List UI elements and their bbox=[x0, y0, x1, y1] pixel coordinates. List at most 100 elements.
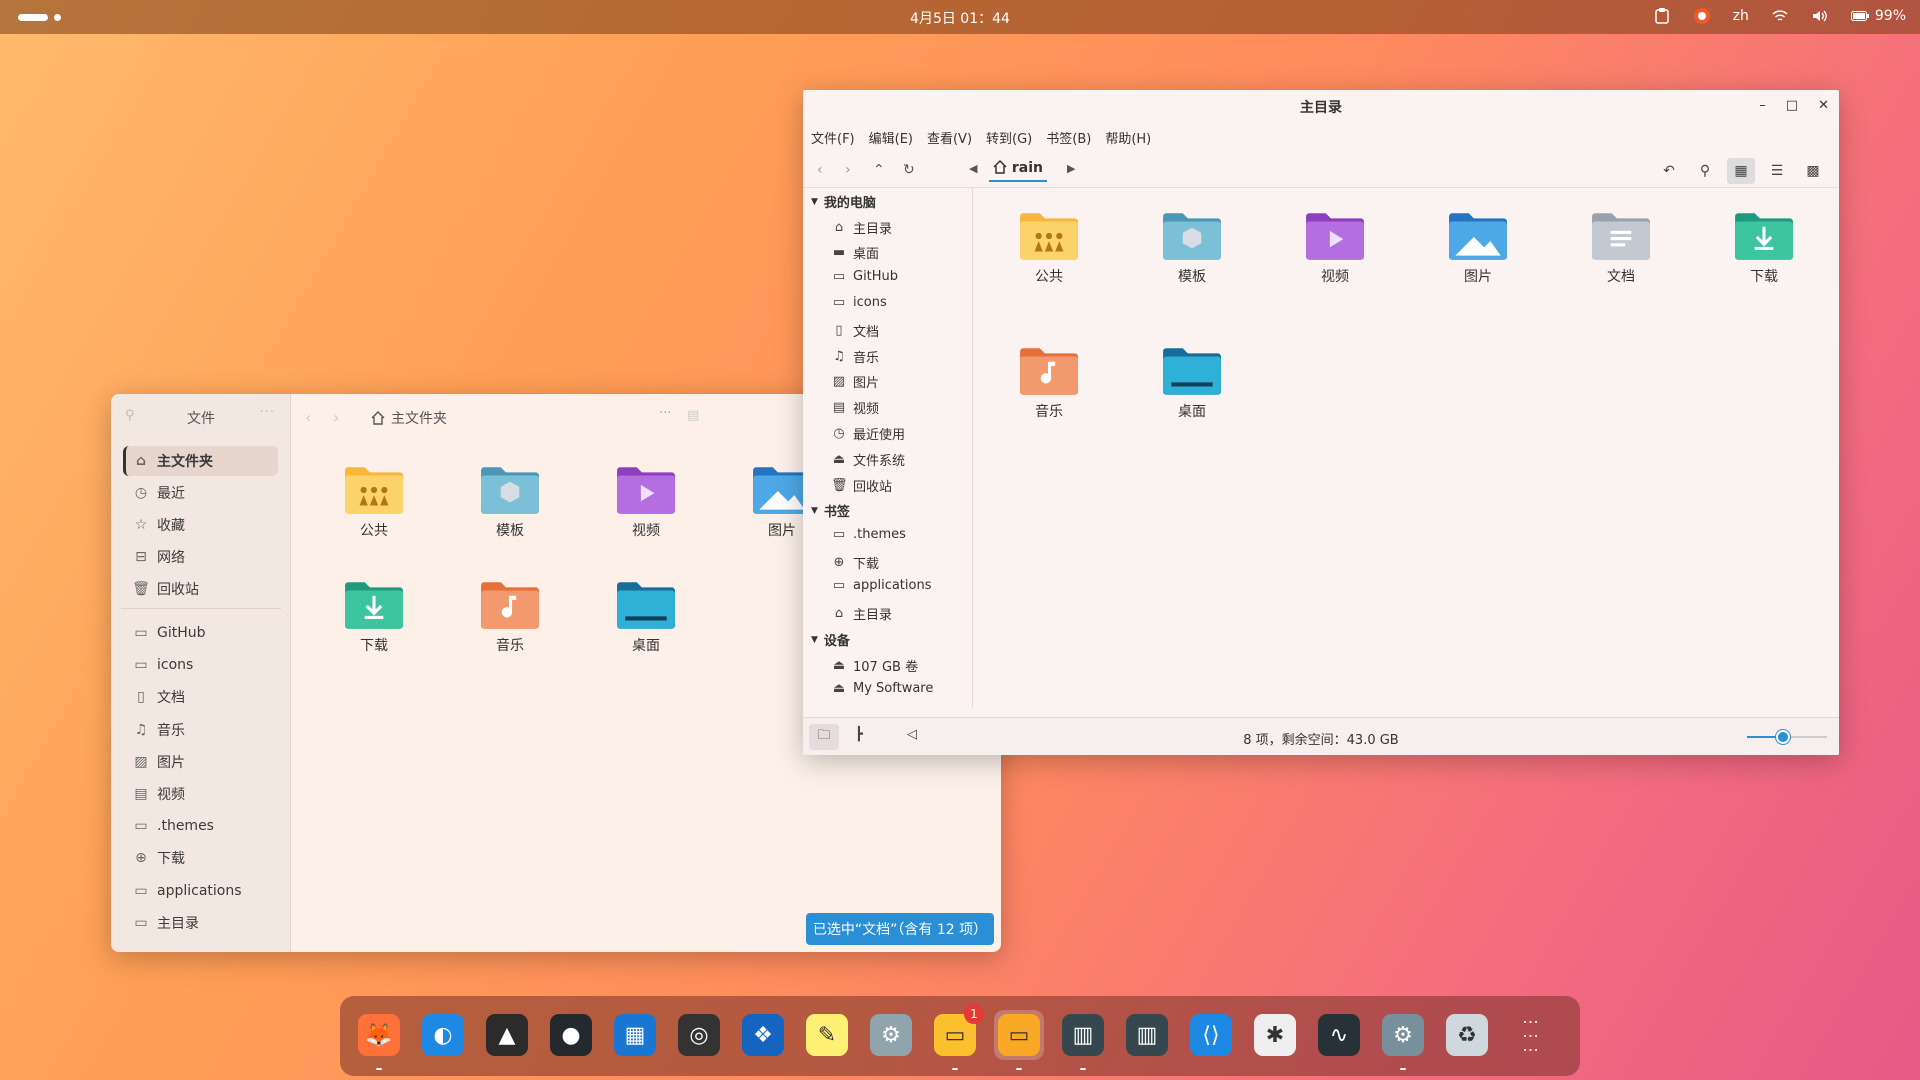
tree-item[interactable]: ⏏ 107 GB 卷 bbox=[831, 656, 918, 675]
file-tile[interactable]: 音乐 bbox=[994, 345, 1104, 455]
crumb-left-icon[interactable]: ◀ bbox=[969, 162, 977, 175]
reload-icon[interactable]: ↻ bbox=[903, 162, 915, 178]
toggle-location-icon[interactable]: ↶ bbox=[1655, 158, 1683, 184]
dock-files[interactable]: ▭ 1 bbox=[930, 1004, 984, 1070]
compact-view-icon[interactable]: ▩ bbox=[1799, 158, 1827, 184]
place-item-8[interactable]: ▭ applications bbox=[123, 876, 278, 906]
volume-icon[interactable] bbox=[1811, 7, 1829, 25]
path-more-icon[interactable]: ··· bbox=[659, 406, 671, 421]
minimize-button[interactable]: – bbox=[1759, 98, 1766, 113]
tree-item[interactable]: ⌂ 主目录 bbox=[831, 218, 892, 237]
place-item-9[interactable]: ▭ 主目录 bbox=[123, 908, 278, 938]
app-indicator-icon[interactable] bbox=[1693, 7, 1711, 25]
place-item-4[interactable]: ▨ 图片 bbox=[123, 747, 278, 777]
menu-item-2[interactable]: 查看(V) bbox=[927, 128, 972, 147]
sidebar-item-4[interactable]: 🗑 回收站 bbox=[123, 574, 278, 604]
tree-item[interactable]: ▭ icons bbox=[831, 295, 887, 310]
file-tile[interactable]: 下载 bbox=[1709, 210, 1819, 320]
language-indicator[interactable]: zh bbox=[1733, 8, 1749, 24]
dock-system-monitor-1[interactable]: ▥ bbox=[1058, 1010, 1108, 1070]
sidebar-item-3[interactable]: ⊟ 网络 bbox=[123, 542, 278, 572]
icon-view-icon[interactable]: ▦ bbox=[1727, 158, 1755, 184]
tree-item[interactable]: ▤ 视频 bbox=[831, 398, 879, 417]
dock-edge[interactable]: ◐ bbox=[418, 1010, 468, 1060]
clipboard-icon[interactable] bbox=[1653, 7, 1671, 25]
sidebar-item-1[interactable]: ◷ 最近 bbox=[123, 478, 278, 508]
menu-item-4[interactable]: 书签(B) bbox=[1046, 128, 1091, 147]
wifi-icon[interactable] bbox=[1771, 7, 1789, 25]
list-view-icon[interactable]: ☰ bbox=[1763, 158, 1791, 184]
tree-item[interactable]: ♫ 音乐 bbox=[831, 347, 879, 366]
dock-calendar[interactable]: ▦ bbox=[610, 1010, 660, 1060]
tree-item[interactable]: ▭ applications bbox=[831, 578, 932, 593]
place-item-5[interactable]: ▤ 视频 bbox=[123, 779, 278, 809]
file-tile[interactable]: 下载 bbox=[319, 579, 429, 689]
dock-app-store[interactable]: ❖ bbox=[738, 1010, 788, 1060]
file-tile[interactable]: 桌面 bbox=[1137, 345, 1247, 455]
menu-item-5[interactable]: 帮助(H) bbox=[1105, 128, 1151, 147]
battery-indicator[interactable]: 99% bbox=[1850, 8, 1906, 24]
file-tile[interactable]: 桌面 bbox=[591, 579, 701, 689]
place-item-3[interactable]: ♫ 音乐 bbox=[123, 715, 278, 745]
close-button[interactable]: ✕ bbox=[1818, 98, 1829, 113]
file-tile[interactable]: 视频 bbox=[591, 464, 701, 574]
file-tile[interactable]: 图片 bbox=[1423, 210, 1533, 320]
up-icon[interactable]: ⌃ bbox=[873, 162, 885, 178]
dock-music-player[interactable]: ◎ bbox=[674, 1010, 724, 1060]
file-tile[interactable]: 公共 bbox=[319, 464, 429, 574]
tree-item[interactable]: ▬ 桌面 bbox=[831, 243, 879, 262]
tree-item[interactable]: ▨ 图片 bbox=[831, 372, 879, 391]
search-icon[interactable]: ⚲ bbox=[1691, 158, 1719, 184]
tree-item[interactable]: ⏏ 文件系统 bbox=[831, 450, 905, 469]
tree-item[interactable]: ▭ GitHub bbox=[831, 269, 898, 284]
dock-vscode[interactable]: ⟨⟩ bbox=[1186, 1010, 1236, 1060]
file-tile[interactable]: 文档 bbox=[1566, 210, 1676, 320]
file-tile[interactable]: 公共 bbox=[994, 210, 1104, 320]
dock-firefox[interactable]: 🦊 bbox=[354, 1010, 404, 1070]
breadcrumb[interactable]: rain bbox=[989, 159, 1047, 182]
tree-item[interactable]: 🗑 回收站 bbox=[831, 476, 892, 495]
dock-color-picker[interactable]: ✱ bbox=[1250, 1010, 1300, 1060]
tree-item[interactable]: ▭ .themes bbox=[831, 527, 906, 542]
file-tile[interactable]: 模板 bbox=[455, 464, 565, 574]
dock-settings[interactable]: ⚙ bbox=[866, 1010, 916, 1060]
maximize-button[interactable]: □ bbox=[1786, 98, 1798, 113]
clock[interactable]: 4月5日 01：44 bbox=[0, 8, 1920, 28]
tree-item[interactable]: ⏏ My Software bbox=[831, 681, 934, 696]
dock-app-grid[interactable]: ⋮⋮⋮ bbox=[1506, 1010, 1556, 1060]
more-menu-icon[interactable]: ··· bbox=[260, 405, 275, 420]
path-bar[interactable]: 主文件夹 bbox=[371, 408, 447, 428]
tree-item[interactable]: ◷ 最近使用 bbox=[831, 424, 905, 443]
sidebar-item-2[interactable]: ☆ 收藏 bbox=[123, 510, 278, 540]
dock-github-desktop[interactable]: ● bbox=[546, 1010, 596, 1060]
back-icon[interactable]: ‹ bbox=[305, 408, 311, 427]
menu-item-1[interactable]: 编辑(E) bbox=[869, 128, 913, 147]
tree-item[interactable]: ▯ 文档 bbox=[831, 321, 879, 340]
back-icon[interactable]: ‹ bbox=[817, 162, 823, 178]
dock-file-manager[interactable]: ▭ bbox=[994, 1010, 1044, 1070]
sidebar-item-0[interactable]: ⌂ 主文件夹 bbox=[123, 446, 278, 476]
file-tile[interactable]: 音乐 bbox=[455, 579, 565, 689]
menu-item-0[interactable]: 文件(F) bbox=[811, 128, 855, 147]
view-toggle-icon[interactable]: ▤ bbox=[687, 408, 699, 423]
tree-section-bookmarks[interactable]: ▼ 书签 bbox=[811, 501, 850, 520]
file-tile[interactable]: 模板 bbox=[1137, 210, 1247, 320]
dock-trash[interactable]: ♻ bbox=[1442, 1010, 1492, 1060]
place-item-6[interactable]: ▭ .themes bbox=[123, 811, 278, 841]
dock-notes[interactable]: ✎ bbox=[802, 1010, 852, 1060]
crumb-right-icon[interactable]: ▶ bbox=[1067, 162, 1075, 175]
dock-system-monitor-2[interactable]: ▥ bbox=[1122, 1010, 1172, 1060]
place-item-7[interactable]: ⊕ 下载 bbox=[123, 843, 278, 873]
file-tile[interactable]: 视频 bbox=[1280, 210, 1390, 320]
place-item-2[interactable]: ▯ 文档 bbox=[123, 682, 278, 712]
dock-control-center[interactable]: ⚙ bbox=[1378, 1010, 1428, 1070]
tree-item[interactable]: ⌂ 主目录 bbox=[831, 604, 892, 623]
dock-terminal-monitor[interactable]: ∿ bbox=[1314, 1010, 1364, 1060]
zoom-handle[interactable] bbox=[1776, 730, 1790, 744]
forward-icon[interactable]: › bbox=[845, 162, 851, 178]
tree-section-computer[interactable]: ▼ 我的电脑 bbox=[811, 192, 876, 211]
tree-section-devices[interactable]: ▼ 设备 bbox=[811, 630, 850, 649]
menu-item-3[interactable]: 转到(G) bbox=[986, 128, 1032, 147]
dock-inkscape[interactable]: ▲ bbox=[482, 1010, 532, 1060]
place-item-1[interactable]: ▭ icons bbox=[123, 650, 278, 680]
